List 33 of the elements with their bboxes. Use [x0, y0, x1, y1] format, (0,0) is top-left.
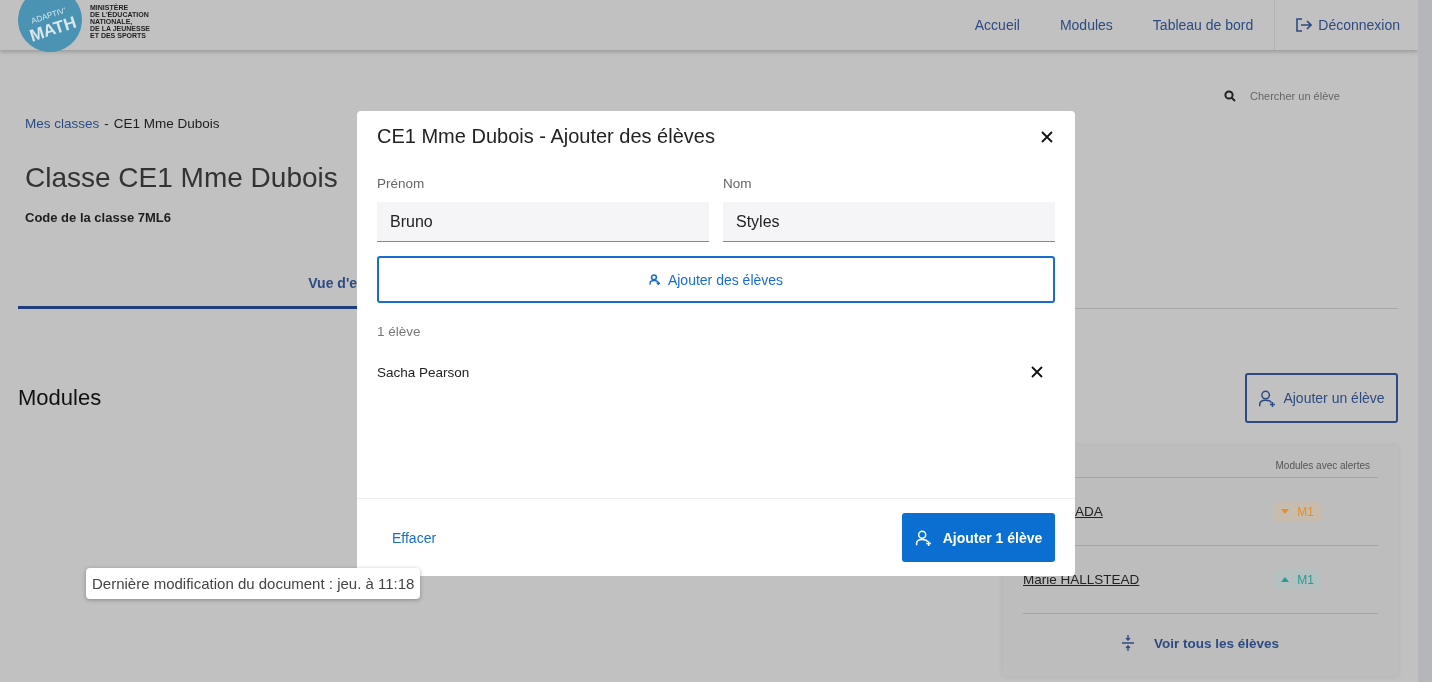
dialog-title: CE1 Mme Dubois - Ajouter des élèves [377, 125, 715, 148]
clear-button[interactable]: Effacer [392, 529, 437, 546]
student-name: Sacha Pearson [377, 364, 470, 380]
breadcrumb-separator: - [104, 116, 109, 131]
student-link[interactable]: Marie HALLSTEAD [1023, 572, 1140, 587]
page-title: Classe CE1 Mme Dubois [25, 161, 338, 195]
nav-link[interactable]: Tableau de bord [1152, 17, 1254, 33]
remove-icon[interactable] [1031, 366, 1043, 378]
field-label: Nom [723, 176, 753, 191]
submit-button[interactable]: Ajouter 1 élève [902, 513, 1055, 562]
breadcrumb-current: CE1 Mme Dubois [113, 116, 220, 131]
alert-badge: M1 [1273, 569, 1322, 590]
input-field[interactable]: Bruno [377, 202, 709, 242]
logout-icon [1296, 18, 1313, 32]
field-label: Prénom [377, 176, 426, 191]
add-student-button[interactable]: Ajouter un élève [1245, 373, 1398, 423]
tooltip: Dernière modification du document : jeu. à 11:18 [86, 568, 421, 599]
student-count: 1 élève [377, 324, 422, 339]
user-add-icon [648, 274, 660, 285]
nav-link[interactable]: Accueil [974, 17, 1020, 33]
close-icon[interactable] [1041, 130, 1053, 143]
class-code: Code de la classe 7ML6 [25, 210, 171, 225]
user-add-icon [914, 529, 931, 546]
nav-link[interactable]: Modules [1059, 17, 1113, 33]
add-students-button[interactable]: Ajouter des élèves [377, 256, 1055, 303]
user-add-icon [1258, 389, 1276, 407]
input-field[interactable]: Styles [723, 202, 1055, 242]
expand-icon [1121, 635, 1134, 651]
alert-badge: M1 [1273, 501, 1322, 522]
breadcrumb-link[interactable]: Mes classes [25, 116, 100, 131]
see-all-button[interactable]: Voir tous les élèves [1023, 614, 1378, 672]
search-icon [1224, 90, 1236, 102]
search-field[interactable]: Chercher un élève [1224, 90, 1350, 102]
